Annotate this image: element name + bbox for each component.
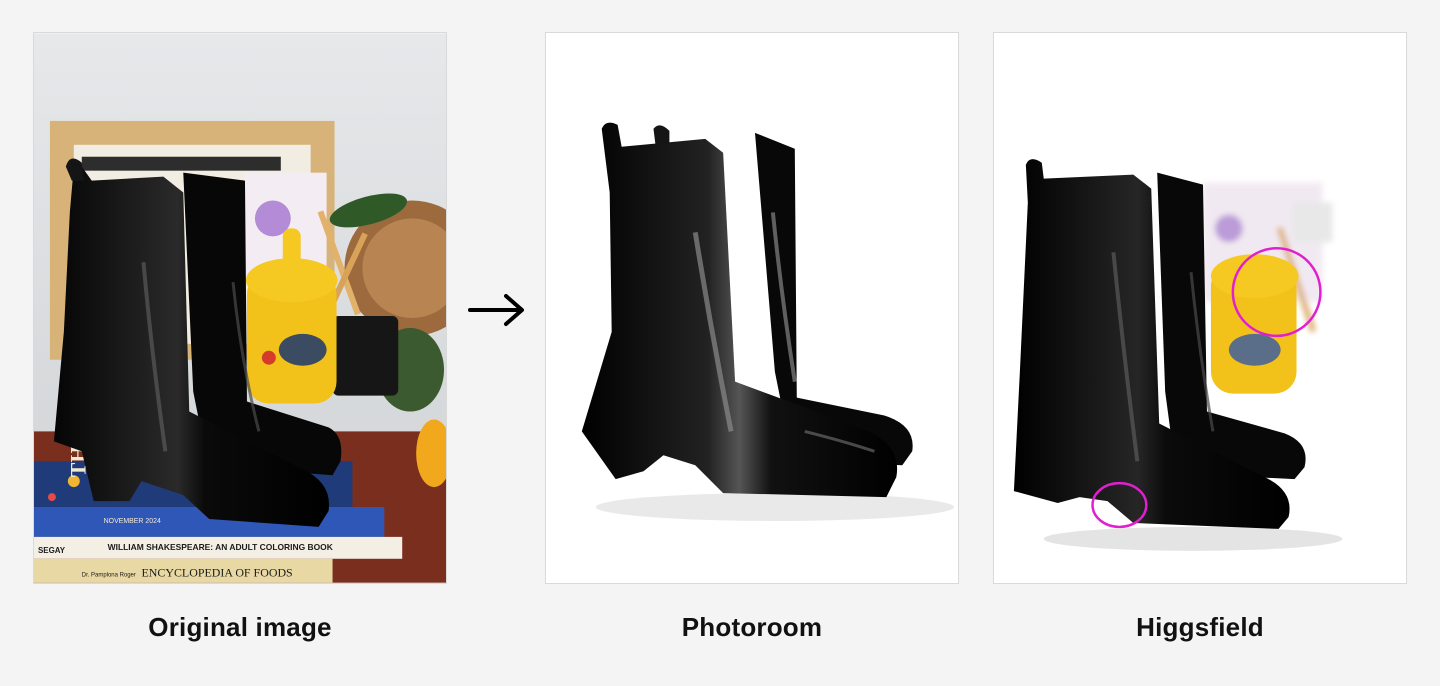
picture-strip bbox=[81, 156, 281, 171]
jar-knob bbox=[282, 228, 301, 267]
comparison-stage: THE NOVEMBER 2024 WILLIAM SHAKESPEARE: A… bbox=[0, 0, 1440, 686]
caption-higgsfield: Higgsfield bbox=[1136, 612, 1264, 642]
original-image-panel: THE NOVEMBER 2024 WILLIAM SHAKESPEARE: A… bbox=[33, 32, 447, 584]
higgsfield-boots bbox=[994, 33, 1406, 583]
photoroom-boots bbox=[546, 33, 958, 583]
shadow bbox=[1043, 526, 1343, 551]
book-floral bbox=[47, 493, 56, 502]
higgsfield-result-panel bbox=[993, 32, 1407, 584]
arrow-right-icon bbox=[466, 290, 528, 330]
book-spine-text: ENCYCLOPEDIA OF FOODS bbox=[141, 566, 292, 580]
book-spine-text: SEGAY bbox=[38, 546, 66, 555]
original-scene: THE NOVEMBER 2024 WILLIAM SHAKESPEARE: A… bbox=[34, 33, 446, 583]
caption-photoroom: Photoroom bbox=[681, 612, 823, 642]
flower-red bbox=[261, 350, 276, 365]
jar-lid bbox=[1210, 254, 1299, 299]
book-spine-text: Dr. Pamplona Roger bbox=[82, 573, 136, 579]
photoroom-result-panel bbox=[545, 32, 959, 584]
book-spine-text: WILLIAM SHAKESPEARE: AN ADULT COLORING B… bbox=[108, 542, 334, 552]
shadow bbox=[595, 493, 955, 521]
bird-illustration bbox=[278, 333, 327, 366]
bird-illustration bbox=[1228, 333, 1281, 366]
plant-pot bbox=[332, 315, 399, 396]
book-spine-text: NOVEMBER 2024 bbox=[104, 518, 161, 525]
caption-original-image: Original image bbox=[148, 612, 332, 642]
